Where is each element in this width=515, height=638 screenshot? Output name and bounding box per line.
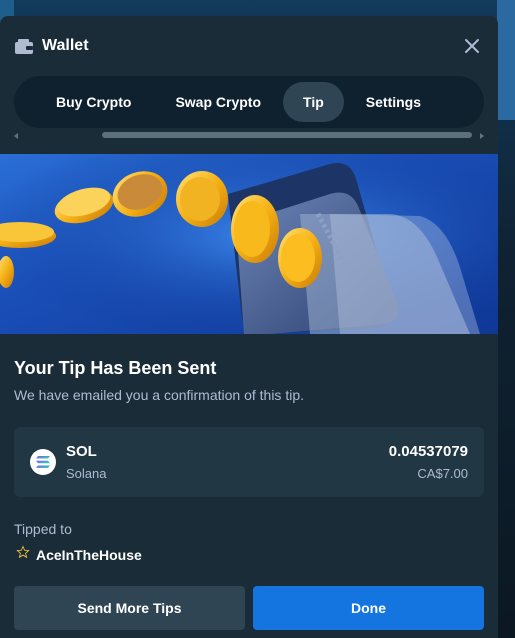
tab-tip[interactable]: Tip xyxy=(283,82,344,122)
tab-settings[interactable]: Settings xyxy=(344,82,443,122)
scrollbar-thumb[interactable] xyxy=(102,132,472,138)
modal-title: Wallet xyxy=(42,37,89,54)
send-more-tips-button[interactable]: Send More Tips xyxy=(14,586,245,630)
currency-info: SOL Solana xyxy=(66,443,106,481)
wallet-icon xyxy=(14,37,34,55)
tab-buy-crypto[interactable]: Buy Crypto xyxy=(34,82,153,122)
currency-symbol: SOL xyxy=(66,443,97,460)
done-button[interactable]: Done xyxy=(253,586,484,630)
tab-bar: Buy Crypto Swap Crypto Tip Settings xyxy=(14,76,484,128)
scroll-right-arrow-icon[interactable] xyxy=(480,133,484,139)
tipped-username: AceInTheHouse xyxy=(36,546,142,563)
tabs-scrollbar[interactable] xyxy=(14,130,484,142)
action-buttons: Send More Tips Done xyxy=(14,586,484,630)
tipped-user: AceInTheHouse xyxy=(13,542,484,566)
currency-name: Solana xyxy=(66,466,107,481)
confirmation-heading: Your Tip Has Been Sent xyxy=(14,358,217,378)
confirmation-subtext: We have emailed you a confirmation of th… xyxy=(14,387,305,403)
tipped-to-label: Tipped to xyxy=(14,521,72,537)
close-icon[interactable] xyxy=(460,34,484,58)
confirmation-content: Your Tip Has Been Sent We have emailed y… xyxy=(0,334,498,630)
crypto-amount: 0.04537079 xyxy=(388,443,468,460)
tabs-container: Buy Crypto Swap Crypto Tip Settings xyxy=(0,76,498,128)
scroll-left-arrow-icon[interactable] xyxy=(14,133,18,139)
coins-wallet-illustration xyxy=(0,154,498,334)
currency-summary-card: SOL Solana 0.04537079 CA$7.00 xyxy=(14,427,484,497)
modal-header: Wallet xyxy=(0,16,498,76)
fiat-amount: CA$7.00 xyxy=(417,466,468,481)
backdrop-strip-right xyxy=(497,0,515,120)
solana-logo-icon xyxy=(30,449,56,475)
wallet-modal: Wallet Buy Crypto Swap Crypto Tip Settin… xyxy=(0,16,498,638)
tab-swap-crypto[interactable]: Swap Crypto xyxy=(153,82,283,122)
currency-values: 0.04537079 CA$7.00 xyxy=(389,443,468,481)
tipped-to-section: Tipped to AceInTheHouse xyxy=(13,521,484,566)
tip-banner-image xyxy=(0,154,498,334)
star-rank-icon xyxy=(13,542,33,566)
